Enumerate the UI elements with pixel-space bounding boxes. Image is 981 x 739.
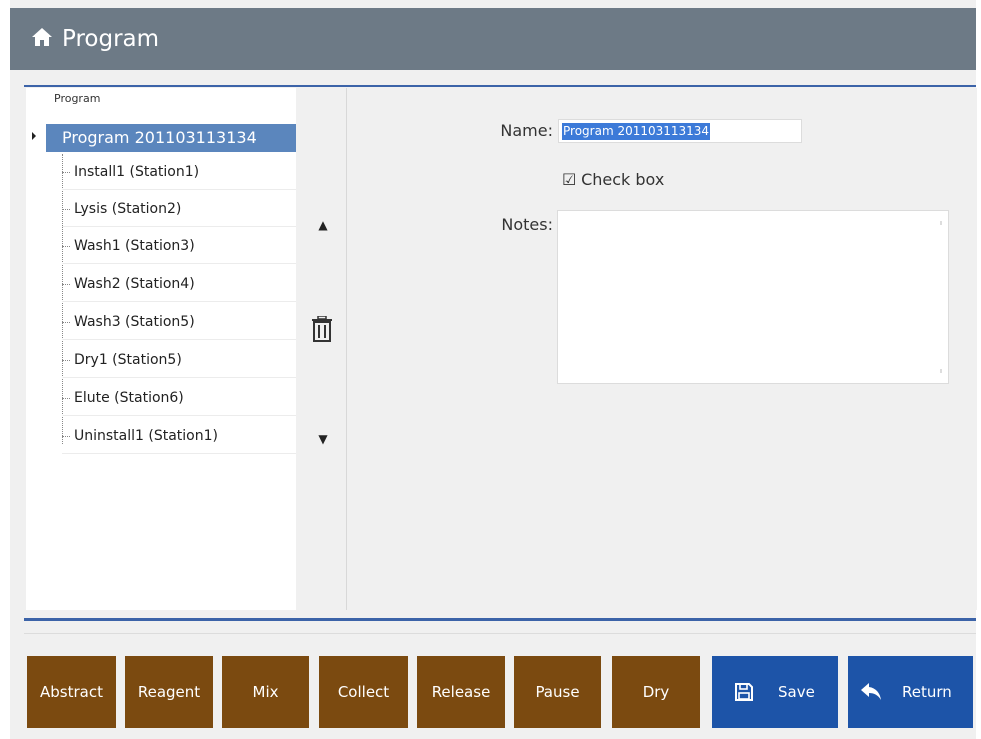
tree-connector [62,172,70,173]
return-arrow-icon [861,683,881,700]
tree-item-label: Dry1 (Station5) [74,352,182,368]
mix-button[interactable]: Mix [222,656,309,728]
expand-arrow-icon[interactable] [32,132,36,140]
tree-root-label: Program [54,92,101,105]
save-button[interactable]: Save [712,656,838,728]
notes-label: Notes: [501,215,553,234]
tree-item-label: Program 201103113134 [62,128,257,147]
move-down-button[interactable]: ▼ [317,432,329,446]
tree-item-label: Elute (Station6) [74,390,184,406]
tree-item-label: Lysis (Station2) [74,201,182,217]
checkbox-label: Check box [581,170,665,189]
pause-button[interactable]: Pause [514,656,601,728]
divider [24,633,976,634]
notes-textarea[interactable] [557,210,949,384]
tree-item-label: Install1 (Station1) [74,164,200,180]
name-input-value: Program 201103113134 [562,123,711,140]
move-up-button[interactable]: ▲ [317,218,329,232]
name-input[interactable]: Program 201103113134 [558,119,802,143]
release-button[interactable]: Release [417,656,505,728]
save-icon [735,683,753,701]
tree-item[interactable]: Wash1 (Station3) [62,229,296,264]
name-label: Name: [500,121,553,140]
check-box[interactable]: ☑ Check box [562,168,664,192]
tree-item-selected[interactable]: Program 201103113134 [46,124,296,152]
save-label: Save [778,683,815,701]
tree-connector [62,436,70,437]
return-label: Return [902,683,952,701]
tree-item[interactable]: Wash2 (Station4) [62,267,296,302]
tree-connector [62,360,70,361]
tree-item[interactable]: Wash3 (Station5) [62,305,296,340]
return-button[interactable]: Return [848,656,973,728]
reagent-button[interactable]: Reagent [125,656,213,728]
collect-button[interactable]: Collect [319,656,408,728]
tree-connector [62,209,70,210]
program-tree: Program Program 201103113134 Install1 (S… [26,88,296,610]
divider [24,618,976,621]
tree-item-label: Wash1 (Station3) [74,238,195,254]
dry-button[interactable]: Dry [612,656,700,728]
tree-item-label: Wash3 (Station5) [74,314,195,330]
tree-connector [62,398,70,399]
scroll-up-icon[interactable] [940,221,942,225]
tree-connector [62,322,70,323]
tree-item[interactable]: Install1 (Station1) [62,155,296,190]
home-icon[interactable] [30,25,54,49]
tree-item[interactable]: Elute (Station6) [62,381,296,416]
trash-icon[interactable] [311,316,333,342]
abstract-button[interactable]: Abstract [27,656,116,728]
page-title: Program [62,26,160,52]
tree-item-label: Wash2 (Station4) [74,276,195,292]
tree-item[interactable]: Dry1 (Station5) [62,343,296,378]
tree-item[interactable]: Uninstall1 (Station1) [62,419,296,454]
tree-controls [296,88,346,610]
tree-connector [62,246,70,247]
tree-item[interactable]: Lysis (Station2) [62,192,296,227]
divider [24,85,976,87]
page-header: Program [10,8,976,70]
scroll-down-icon[interactable] [940,369,942,373]
tree-item-label: Uninstall1 (Station1) [74,428,218,444]
tree-connector [62,284,70,285]
checkbox-checked-icon: ☑ [562,170,577,189]
